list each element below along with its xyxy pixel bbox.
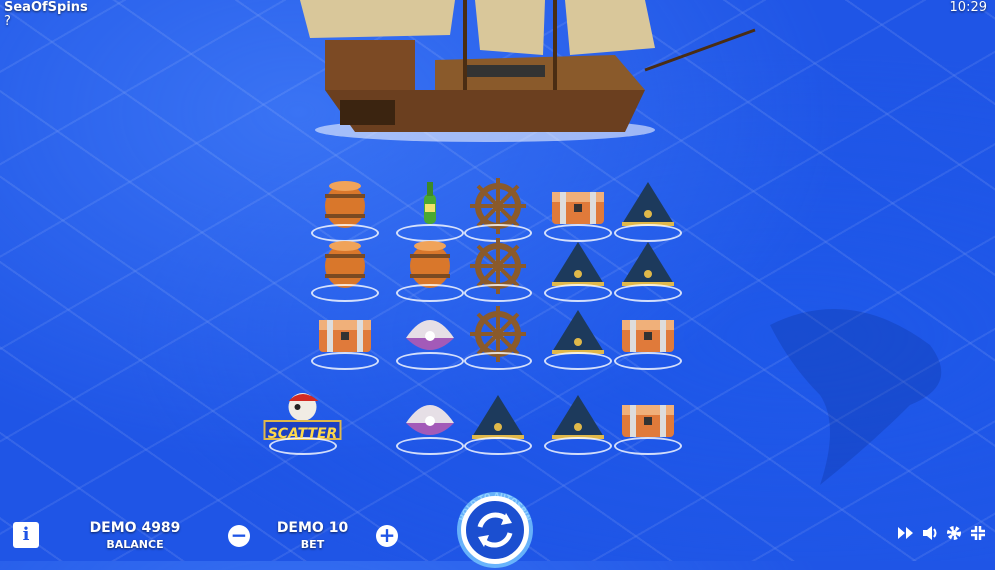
reel-symbol-chest xyxy=(305,300,385,370)
help-link[interactable]: ? xyxy=(4,14,11,29)
balance-display: DEMO 4989 BALANCE xyxy=(85,520,185,551)
reel-symbol-wheel xyxy=(458,232,538,302)
bet-decrease-button[interactable]: − xyxy=(228,525,250,547)
shark-shadow-image xyxy=(770,309,942,485)
settings-toolbar xyxy=(897,524,987,542)
gear-icon[interactable] xyxy=(945,524,963,542)
water-ripple xyxy=(544,437,612,455)
reel-symbol-chest xyxy=(608,300,688,370)
water-ripple xyxy=(544,352,612,370)
clock: 10:29 xyxy=(949,0,987,15)
water-ripple xyxy=(614,352,682,370)
reel-symbol-scatter: SCATTER xyxy=(245,385,360,455)
reel-symbol-hat xyxy=(538,300,618,370)
bet-label: BET xyxy=(300,538,325,551)
reel-symbol-barrel xyxy=(305,232,385,302)
reel-symbol-hat xyxy=(608,232,688,302)
reel-symbol-hat xyxy=(538,232,618,302)
water-ripple xyxy=(614,437,682,455)
water-ripple xyxy=(311,352,379,370)
bet-value: DEMO 10 xyxy=(276,520,349,536)
info-button[interactable]: i xyxy=(13,522,39,548)
refresh-icon xyxy=(477,512,513,548)
spin-button[interactable] xyxy=(461,496,529,564)
fullscreen-exit-icon[interactable] xyxy=(969,524,987,542)
water-ripple xyxy=(464,437,532,455)
bet-display: DEMO 10 BET xyxy=(270,520,355,551)
water-ripple xyxy=(396,437,464,455)
pirate-ship-image xyxy=(300,0,756,142)
water-ripple xyxy=(396,352,464,370)
reel-symbol-hat xyxy=(538,385,618,455)
scatter-label: SCATTER xyxy=(267,426,338,442)
reel-symbol-wheel xyxy=(458,300,538,370)
fast-forward-icon[interactable] xyxy=(897,524,915,542)
reel-symbol-hat xyxy=(458,385,538,455)
balance-value: DEMO 4989 xyxy=(89,520,181,536)
game-title: SeaOfSpins xyxy=(4,0,88,15)
spin-control: HOLD TO AUTOSPIN xyxy=(455,490,535,570)
bet-increase-button[interactable]: + xyxy=(376,525,398,547)
balance-label: BALANCE xyxy=(106,538,164,551)
sound-icon[interactable] xyxy=(921,524,939,542)
water-ripple xyxy=(464,352,532,370)
reel-symbol-chest xyxy=(608,385,688,455)
